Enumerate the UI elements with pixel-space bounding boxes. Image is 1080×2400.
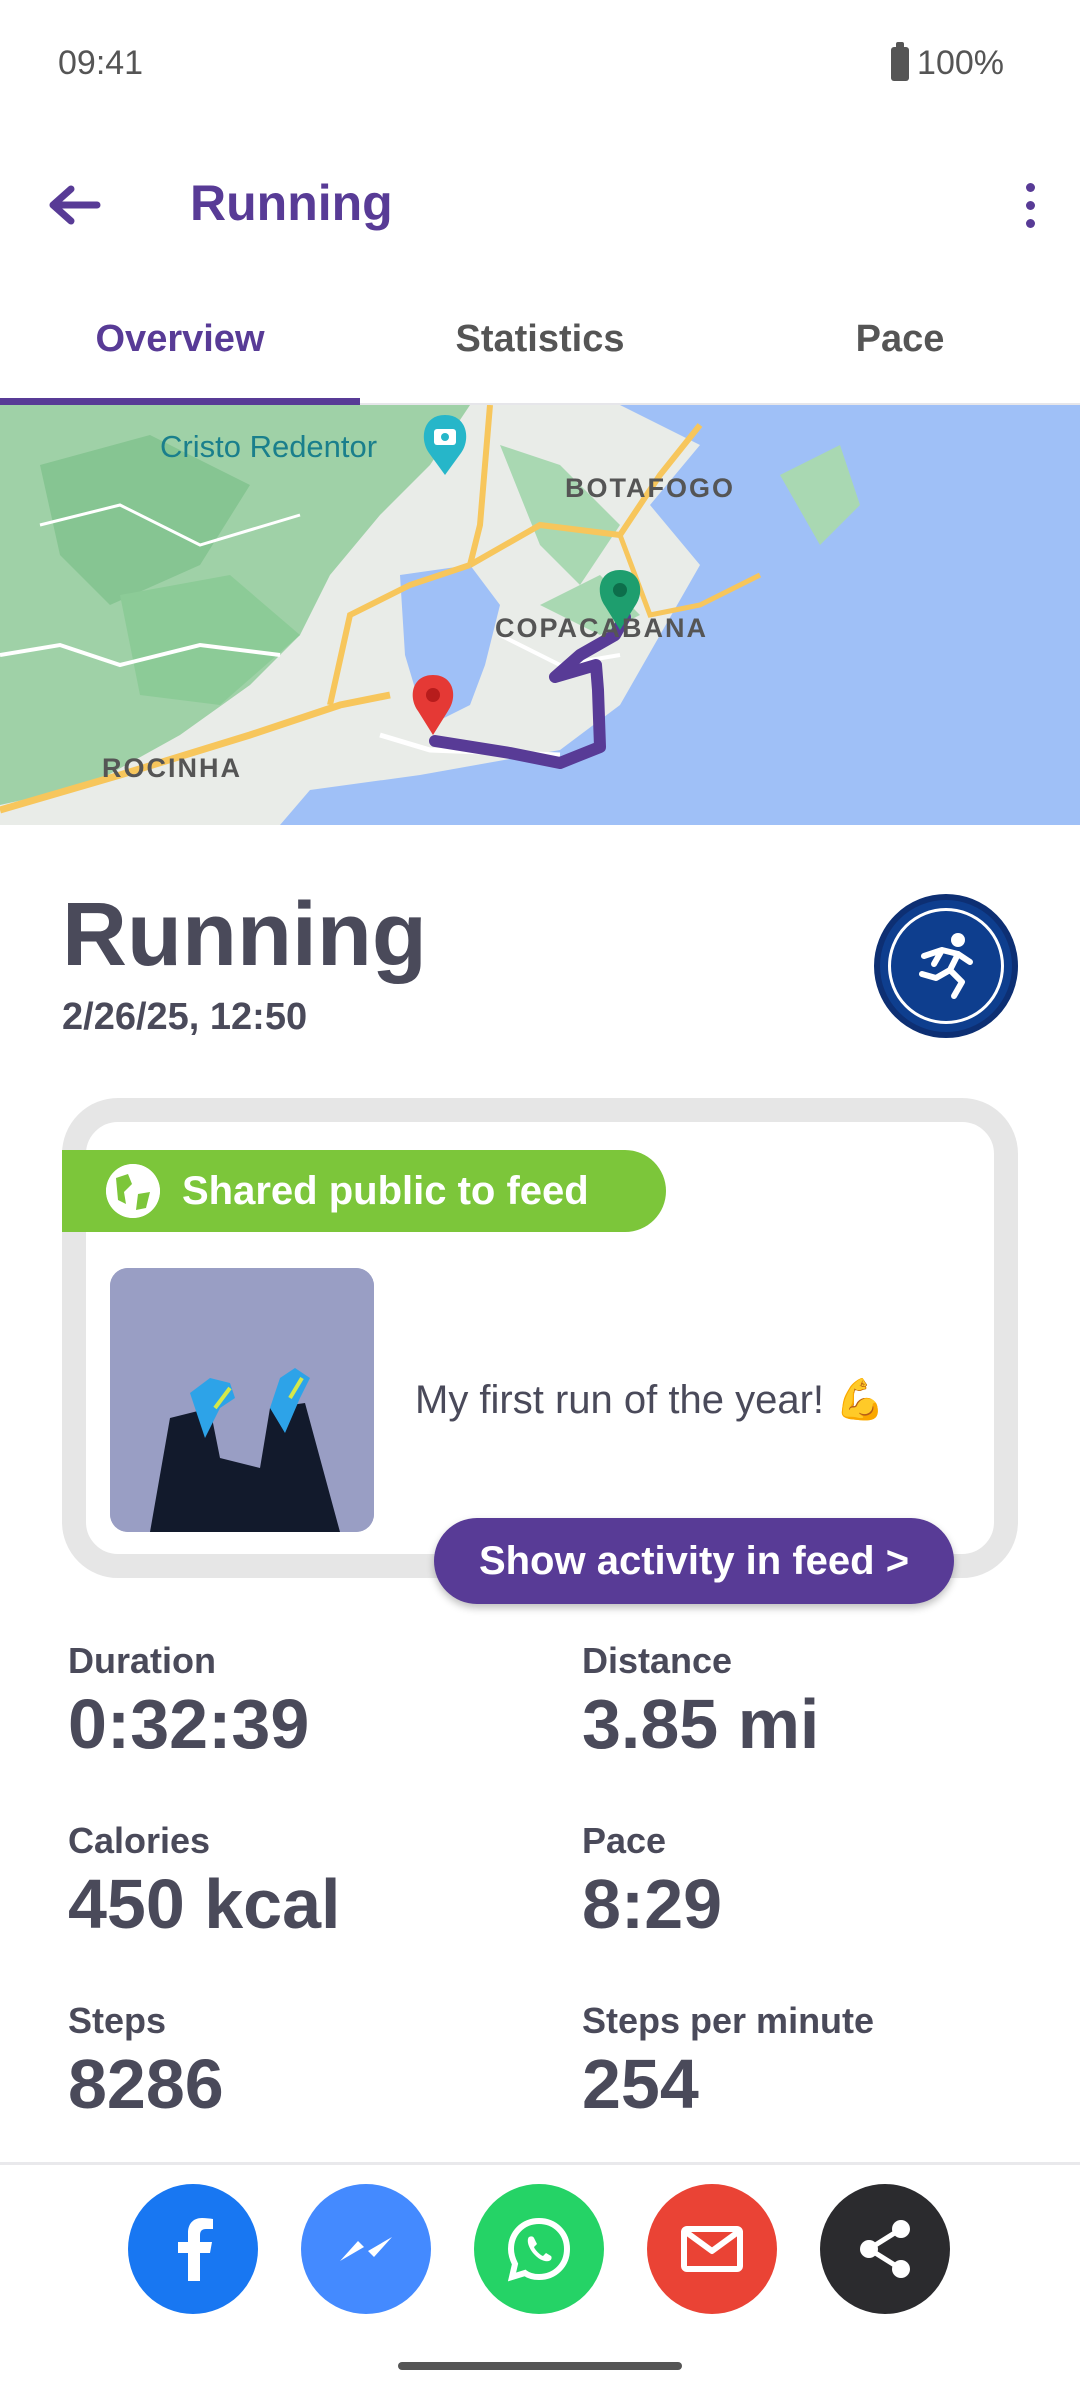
stat-label: Distance: [582, 1640, 733, 1681]
stat-label: Duration: [68, 1640, 216, 1681]
tab-statistics[interactable]: Statistics: [360, 290, 720, 403]
globe-icon: [106, 1164, 160, 1218]
feed-caption: My first run of the year! 💪: [415, 1378, 885, 1422]
status-time: 09:41: [58, 44, 144, 82]
stat-label: Pace: [582, 1820, 667, 1861]
map-label-copacabana: COPACABANA: [495, 613, 708, 643]
battery-level: 100%: [917, 44, 1004, 82]
home-indicator[interactable]: [398, 2362, 682, 2370]
facebook-icon: [178, 2218, 213, 2281]
stat-steps-per-minute: Steps per minute 254: [582, 2000, 874, 2123]
map-label-botafogo: BOTAFOGO: [565, 473, 735, 503]
back-arrow-icon[interactable]: [40, 170, 110, 240]
stat-label: Steps: [68, 2000, 167, 2041]
share-icon: [860, 2220, 910, 2278]
email-share-button[interactable]: [647, 2184, 777, 2314]
app-title: Running: [190, 175, 393, 231]
stat-value: 3.85 mi: [582, 1685, 820, 1763]
stat-pace: Pace 8:29: [582, 1820, 722, 1943]
running-activity-icon: [874, 894, 1018, 1038]
stat-calories: Calories 450 kcal: [68, 1820, 340, 1943]
stat-label: Steps per minute: [582, 2000, 875, 2041]
stat-value: 8286: [68, 2045, 224, 2123]
tab-overview[interactable]: Overview: [0, 290, 360, 405]
stat-value: 8:29: [582, 1865, 723, 1943]
messenger-share-button[interactable]: [301, 2184, 431, 2314]
shared-public-label: Shared public to feed: [182, 1168, 589, 1213]
stat-duration: Duration 0:32:39: [68, 1640, 309, 1763]
feed-photo[interactable]: [110, 1268, 374, 1532]
stat-steps: Steps 8286: [68, 2000, 224, 2123]
messenger-icon: [340, 2237, 392, 2261]
battery-icon: [891, 41, 910, 81]
tab-bar: Overview Statistics Pace: [0, 290, 1080, 405]
whatsapp-share-button[interactable]: [474, 2184, 604, 2314]
shared-public-badge: Shared public to feed: [62, 1150, 666, 1232]
stat-label: Calories: [68, 1820, 211, 1861]
stat-value: 0:32:39: [68, 1685, 310, 1763]
stat-distance: Distance 3.85 mi: [582, 1640, 819, 1763]
facebook-share-button[interactable]: [128, 2184, 258, 2314]
app-bar: Running: [0, 140, 1080, 270]
email-icon: [681, 2226, 743, 2272]
status-battery: 100%: [891, 41, 1004, 83]
more-options-icon[interactable]: [1000, 170, 1060, 240]
more-share-button[interactable]: [820, 2184, 950, 2314]
map-label-rocinha: ROCINHA: [102, 753, 242, 783]
activity-title: Running: [62, 885, 427, 985]
whatsapp-icon: [507, 2217, 571, 2282]
tab-pace[interactable]: Pace: [720, 290, 1080, 403]
activity-date: 2/26/25, 12:50: [62, 996, 308, 1038]
route-map[interactable]: Cristo Redentor BOTAFOGO COPACABANA ROCI…: [0, 405, 1080, 825]
activity-header: Running 2/26/25, 12:50: [62, 890, 427, 1039]
stat-value: 254: [582, 2045, 699, 2123]
show-in-feed-button[interactable]: Show activity in feed >: [434, 1518, 954, 1604]
map-label-cristo: Cristo Redentor: [160, 429, 377, 464]
status-bar: 09:41 100%: [0, 0, 1080, 130]
stat-value: 450 kcal: [68, 1865, 341, 1943]
